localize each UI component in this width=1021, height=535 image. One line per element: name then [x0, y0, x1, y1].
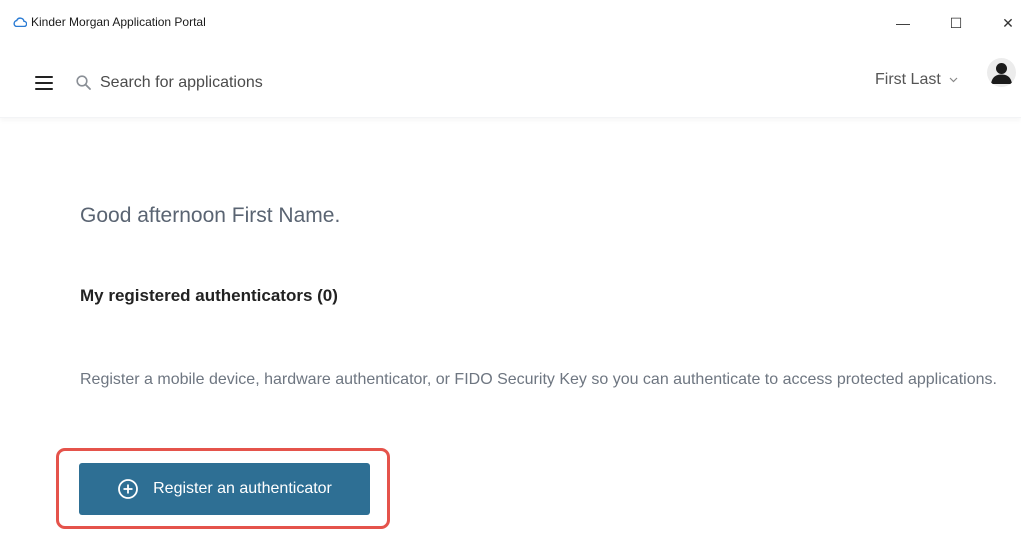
- plus-circle-icon: [118, 479, 139, 499]
- search-input[interactable]: [100, 70, 400, 96]
- maximize-button[interactable]: ☐: [933, 6, 979, 40]
- close-button[interactable]: ✕: [985, 6, 1021, 40]
- authenticators-heading: My registered authenticators (0): [80, 286, 338, 305]
- user-menu[interactable]: First Last: [875, 66, 958, 94]
- user-avatar-icon[interactable]: [987, 58, 1016, 87]
- close-icon: ✕: [1002, 14, 1014, 31]
- minimize-button[interactable]: —: [880, 6, 926, 40]
- register-authenticator-button[interactable]: Register an authenticator: [79, 463, 370, 515]
- register-description: Register a mobile device, hardware authe…: [80, 371, 997, 388]
- hamburger-menu-icon[interactable]: [35, 76, 53, 90]
- maximize-icon: ☐: [949, 14, 963, 31]
- chevron-down-icon: [949, 77, 958, 83]
- minimize-icon: —: [896, 15, 910, 31]
- window-title: Kinder Morgan Application Portal: [31, 15, 206, 29]
- user-name: First Last: [875, 71, 941, 88]
- app-header: First Last: [0, 40, 1021, 118]
- window-titlebar: Kinder Morgan Application Portal — ☐ ✕: [0, 0, 1021, 40]
- register-button-label: Register an authenticator: [153, 480, 332, 497]
- search-icon: [76, 75, 91, 90]
- avatar-silhouette: [991, 63, 1012, 84]
- greeting-heading: Good afternoon First Name.: [80, 204, 341, 227]
- cloud-app-icon: [13, 17, 27, 27]
